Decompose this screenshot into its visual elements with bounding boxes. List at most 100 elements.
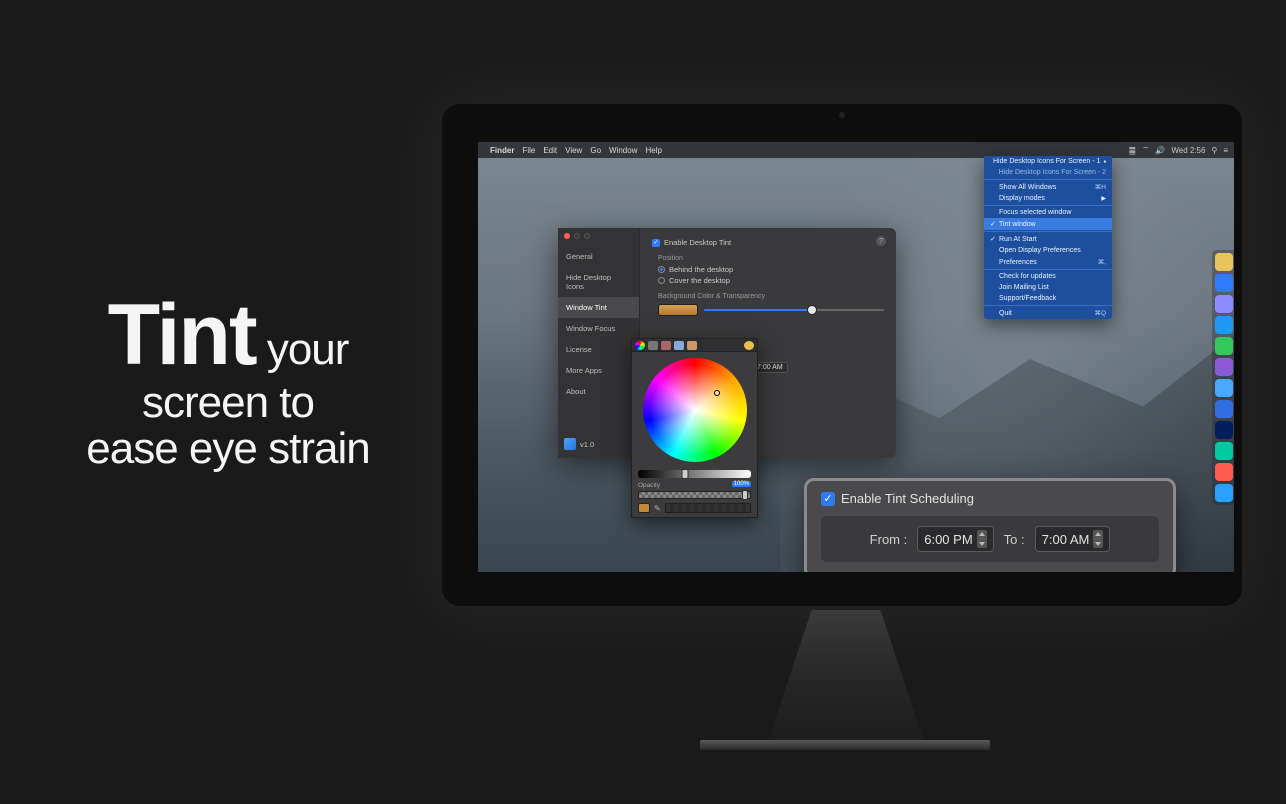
menu-item[interactable]: ✓Run At Start: [984, 233, 1112, 245]
sidebar-item-about[interactable]: About: [558, 381, 639, 402]
dock-app-icon[interactable]: [1215, 442, 1233, 460]
menu-item-label: Hide Desktop Icons For Screen - 1: [993, 158, 1100, 165]
clock-text[interactable]: Wed 2:56: [1171, 146, 1205, 155]
to-time-field[interactable]: 7:00 AM: [1035, 526, 1111, 552]
wifi-icon[interactable]: ⌔: [1142, 145, 1150, 155]
help-icon[interactable]: ?: [876, 236, 886, 246]
color-picker-footer: ✎: [638, 503, 751, 513]
menu-item[interactable]: Support/Feedback: [984, 293, 1112, 304]
brightness-slider[interactable]: [638, 470, 751, 478]
dock-app-icon[interactable]: [1215, 379, 1233, 397]
dock-app-icon[interactable]: [1215, 400, 1233, 418]
menu-item[interactable]: Show All Windows⌘H: [984, 181, 1112, 193]
volume-icon[interactable]: 🔊: [1155, 146, 1165, 155]
enable-tint-scheduling-label: Enable Tint Scheduling: [841, 491, 974, 506]
menubar: Finder File Edit View Go Window Help ䷀ ⌔…: [478, 142, 1234, 158]
dock-app-icon[interactable]: [1215, 316, 1233, 334]
menubar-item[interactable]: Go: [590, 146, 601, 155]
dock-app-icon[interactable]: [1215, 274, 1233, 292]
menu-item[interactable]: Check for updates: [984, 271, 1112, 282]
sidebar-item-general[interactable]: General: [558, 246, 639, 267]
menu-item-label: Hide Desktop Icons For Screen - 2: [999, 169, 1106, 176]
opacity-slider[interactable]: [638, 491, 751, 499]
sidebar-item-window-focus[interactable]: Window Focus: [558, 318, 639, 339]
menu-item-label: Focus selected window: [999, 209, 1071, 216]
radio-behind-desktop-label: Behind the desktop: [669, 265, 733, 274]
sidebar-item-hide-desktop-icons[interactable]: Hide Desktop Icons: [558, 267, 639, 297]
dock-app-icon[interactable]: [1215, 253, 1233, 271]
enable-tint-scheduling-checkbox[interactable]: ✓: [821, 492, 835, 506]
sidebar-item-window-tint[interactable]: Window Tint: [558, 297, 639, 318]
battery-icon[interactable]: ䷀: [1129, 146, 1136, 155]
zoom-button[interactable]: [584, 233, 590, 239]
color-sliders-tab-icon[interactable]: [648, 341, 658, 350]
opacity-slider-thumb[interactable]: [742, 490, 748, 500]
enable-desktop-tint-checkbox[interactable]: ✓: [652, 239, 660, 247]
menu-item[interactable]: Display modes▶: [984, 193, 1112, 204]
slider-thumb[interactable]: [808, 306, 816, 314]
transparency-slider[interactable]: [704, 309, 884, 311]
menu-item: Hide Desktop Icons For Screen - 2: [984, 167, 1112, 178]
menu-shortcut: ⌘H: [1095, 183, 1106, 191]
radio-cover-desktop[interactable]: [658, 277, 665, 284]
close-button[interactable]: [564, 233, 570, 239]
search-icon[interactable]: ⚲: [1211, 146, 1217, 155]
brightness-slider-thumb[interactable]: [682, 469, 689, 479]
menubar-item[interactable]: Edit: [543, 146, 557, 155]
menu-item[interactable]: ✓Tint window: [984, 218, 1112, 230]
radio-behind-desktop[interactable]: [658, 266, 665, 273]
saved-swatches-grid[interactable]: [665, 503, 751, 513]
sidebar-item-license[interactable]: License: [558, 339, 639, 360]
control-center-icon[interactable]: ≡: [1223, 146, 1228, 155]
menu-item-label: Support/Feedback: [999, 295, 1056, 302]
menu-item[interactable]: Focus selected window: [984, 207, 1112, 218]
color-palettes-tab-icon[interactable]: [661, 341, 671, 350]
menubar-app-name[interactable]: Finder: [490, 146, 514, 155]
menu-item[interactable]: Open Display Preferences: [984, 245, 1112, 256]
eyedropper-icon[interactable]: ✎: [654, 504, 661, 513]
minimize-button[interactable]: [574, 233, 580, 239]
scheduling-times-row: From : 6:00 PM To : 7:00 AM: [821, 516, 1159, 562]
menu-item[interactable]: Hide Desktop Icons For Screen - 1●: [984, 156, 1112, 167]
dock-app-icon[interactable]: [1215, 295, 1233, 313]
menu-item-label: Open Display Preferences: [999, 247, 1081, 254]
dock-app-icon[interactable]: [1215, 337, 1233, 355]
color-swatch-button[interactable]: [658, 304, 698, 316]
menu-item-label: Join Mailing List: [999, 284, 1049, 291]
imac-stand: [760, 610, 932, 740]
image-palettes-tab-icon[interactable]: [674, 341, 684, 350]
dock-app-icon[interactable]: [1215, 484, 1233, 502]
menubar-item[interactable]: Window: [609, 146, 637, 155]
menu-item[interactable]: Join Mailing List: [984, 282, 1112, 293]
menubar-item[interactable]: Help: [645, 146, 661, 155]
menubar-item[interactable]: View: [565, 146, 582, 155]
from-time-value: 6:00 PM: [924, 532, 972, 547]
color-wheel-marker[interactable]: [714, 390, 720, 396]
preferences-sidebar: General Hide Desktop Icons Window Tint W…: [558, 228, 640, 458]
app-icon: [564, 438, 576, 450]
dock-app-icon[interactable]: [1215, 421, 1233, 439]
dock-app-icon[interactable]: [1215, 463, 1233, 481]
color-wheel[interactable]: [643, 358, 747, 462]
color-picker-tabs: [632, 339, 757, 352]
enable-desktop-tint-row: ✓ Enable Desktop Tint: [652, 238, 884, 247]
pencils-tab-icon[interactable]: [687, 341, 697, 350]
current-color-swatch[interactable]: [638, 503, 650, 513]
sidebar-item-more-apps[interactable]: More Apps: [558, 360, 639, 381]
dock-app-icon[interactable]: [1215, 358, 1233, 376]
from-time-stepper[interactable]: [977, 530, 987, 548]
picker-top-right-icon[interactable]: [744, 341, 754, 350]
menu-item[interactable]: Quit⌘Q: [984, 307, 1112, 319]
menu-shortcut: ⌘Q: [1094, 309, 1106, 317]
from-time-field[interactable]: 6:00 PM: [917, 526, 993, 552]
menu-item-label: Run At Start: [999, 236, 1037, 243]
imac-foot: [700, 740, 990, 750]
to-time-stepper[interactable]: [1093, 530, 1103, 548]
menubar-item[interactable]: File: [522, 146, 535, 155]
color-wheel-tab-icon[interactable]: [635, 341, 645, 350]
opacity-value-badge[interactable]: 100%: [732, 481, 751, 487]
menu-item-label: Display modes: [999, 195, 1045, 202]
menu-item[interactable]: Preferences⌘,: [984, 256, 1112, 268]
enable-desktop-tint-label: Enable Desktop Tint: [664, 238, 731, 247]
menu-item-label: Preferences: [999, 259, 1037, 266]
